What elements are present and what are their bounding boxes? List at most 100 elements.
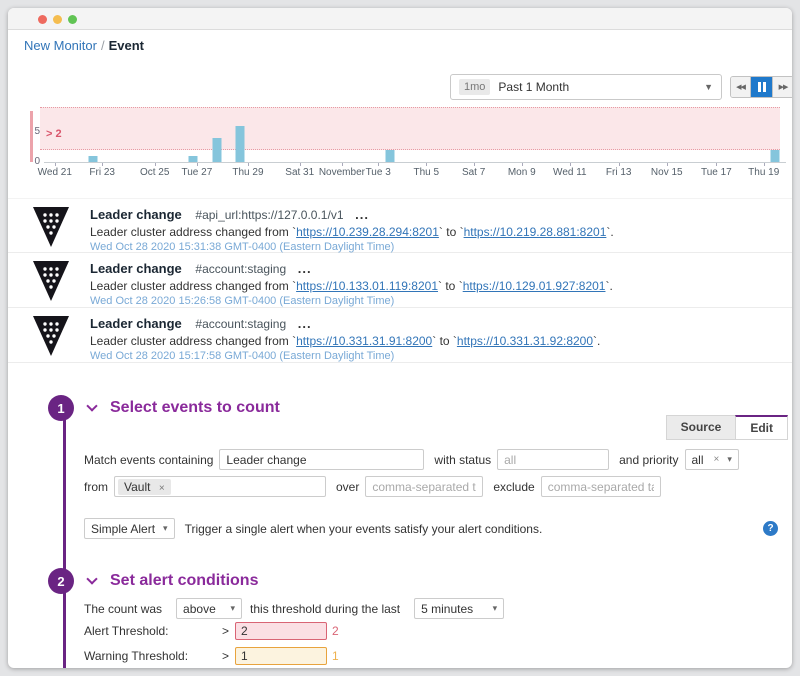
from-input[interactable]: Vault × <box>114 476 326 497</box>
match-events-label: Match events containing <box>84 453 213 467</box>
threshold-zone-label: > 2 <box>46 128 62 140</box>
x-axis-tick <box>300 163 301 166</box>
chevron-down-icon[interactable] <box>86 400 97 411</box>
x-axis-label: Nov 15 <box>651 167 683 178</box>
warning-threshold-input[interactable] <box>235 647 327 665</box>
vault-logo-icon <box>32 206 70 248</box>
event-tag[interactable]: #account:staging <box>195 317 286 331</box>
x-axis-tick <box>342 163 343 166</box>
breadcrumb: New Monitor/Event <box>24 38 144 53</box>
status-input[interactable] <box>497 449 609 470</box>
more-tags-button[interactable]: ... <box>355 207 369 222</box>
event-from-link[interactable]: https://10.239.28.294:8201 <box>296 225 439 239</box>
alert-type-row: Simple Alert ▾ Trigger a single alert wh… <box>84 518 778 539</box>
pause-icon[interactable] <box>751 77 773 97</box>
event-to-link[interactable]: https://10.219.28.881:8201 <box>464 225 607 239</box>
x-axis-label: Wed 21 <box>38 167 72 178</box>
exclude-tags-input[interactable] <box>541 476 661 497</box>
event-title-row: Leader change #account:staging ... <box>90 316 776 331</box>
match-events-input[interactable] <box>219 449 424 470</box>
step-2-badge: 2 <box>48 568 74 594</box>
warning-threshold-echo: 1 <box>332 649 339 663</box>
minimize-window-icon[interactable] <box>53 15 62 24</box>
app-window: New Monitor/Event 1mo Past 1 Month ▼ ◀◀ … <box>8 8 792 668</box>
list-item[interactable]: Leader change #account:staging ... Leade… <box>8 308 792 363</box>
close-window-icon[interactable] <box>38 15 47 24</box>
x-axis-tick <box>667 163 668 166</box>
tab-source[interactable]: Source <box>666 415 736 440</box>
remove-chip-icon[interactable]: × <box>159 483 165 494</box>
alert-type-select[interactable]: Simple Alert ▾ <box>84 518 175 539</box>
alert-threshold-label: Alert Threshold: <box>84 624 222 638</box>
event-count-bar <box>386 150 395 162</box>
x-axis-tick <box>716 163 717 166</box>
chevron-down-icon: ▾ <box>727 454 732 465</box>
warning-threshold-label: Warning Threshold: <box>84 649 222 663</box>
event-title: Leader change <box>90 316 182 331</box>
x-axis-tick <box>474 163 475 166</box>
alert-threshold-row: Alert Threshold: > 2 <box>84 622 339 640</box>
x-axis-label: Sat 31 <box>285 167 314 178</box>
priority-select[interactable]: all × ▾ <box>685 449 739 470</box>
y-axis-tick-0: 0 <box>31 156 40 167</box>
section-2-title: Set alert conditions <box>110 572 258 590</box>
event-from-link[interactable]: https://10.133.01.119:8201 <box>296 279 438 293</box>
alert-type-description: Trigger a single alert when your events … <box>185 522 543 536</box>
event-body: Leader cluster address changed from `htt… <box>90 225 776 239</box>
list-item[interactable]: Leader change #api_url:https://127.0.0.1… <box>8 198 792 253</box>
operator-select[interactable]: above ▾ <box>176 598 242 619</box>
event-title: Leader change <box>90 207 182 222</box>
clear-icon[interactable]: × <box>714 454 720 465</box>
event-timestamp: Wed Oct 28 2020 15:17:58 GMT-0400 (Easte… <box>90 350 776 362</box>
window-titlebar <box>8 8 792 30</box>
event-count-bar <box>189 156 198 162</box>
list-item[interactable]: Leader change #account:staging ... Leade… <box>8 253 792 308</box>
step-1-badge: 1 <box>48 395 74 421</box>
zoom-window-icon[interactable] <box>68 15 77 24</box>
more-tags-button[interactable]: ... <box>298 261 312 276</box>
editor-tabs: Source Edit <box>666 415 788 440</box>
x-axis-tick <box>764 163 765 166</box>
priority-value: all <box>692 453 704 467</box>
event-tag[interactable]: #account:staging <box>195 262 286 276</box>
step-connector-line <box>63 408 66 668</box>
event-from-link[interactable]: https://10.331.31.91:8200 <box>296 334 432 348</box>
more-tags-button[interactable]: ... <box>298 316 312 331</box>
warning-threshold-row: Warning Threshold: > 1 <box>84 647 339 665</box>
breadcrumb-new-monitor-link[interactable]: New Monitor <box>24 38 97 53</box>
over-tags-input[interactable] <box>365 476 483 497</box>
event-count-bar <box>770 150 779 162</box>
event-count-bar <box>212 138 221 162</box>
x-axis-tick <box>155 163 156 166</box>
fast-forward-icon[interactable]: ▶▶ <box>773 77 792 97</box>
help-icon[interactable]: ? <box>763 521 778 536</box>
section-alert-conditions-header[interactable]: 2 Set alert conditions <box>48 568 258 594</box>
event-tag[interactable]: #api_url:https://127.0.0.1/v1 <box>195 208 343 222</box>
event-title-row: Leader change #api_url:https://127.0.0.1… <box>90 207 776 222</box>
alert-threshold-input[interactable] <box>235 622 327 640</box>
chevron-down-icon[interactable] <box>86 573 97 584</box>
vault-chip: Vault × <box>118 479 171 495</box>
x-axis-tick <box>522 163 523 166</box>
x-axis-label: Tue 17 <box>701 167 732 178</box>
event-to-link[interactable]: https://10.129.01.927:8201 <box>463 279 606 293</box>
x-axis-tick <box>102 163 103 166</box>
event-timestamp: Wed Oct 28 2020 15:31:38 GMT-0400 (Easte… <box>90 241 776 253</box>
x-axis-label: Tue 3 <box>366 167 391 178</box>
time-window-select[interactable]: 5 minutes ▾ <box>414 598 504 619</box>
tab-edit[interactable]: Edit <box>735 415 788 440</box>
event-to-link[interactable]: https://10.331.31.92:8200 <box>457 334 593 348</box>
rewind-icon[interactable]: ◀◀ <box>731 77 751 97</box>
event-count-chart[interactable]: 5 0 > 2 Wed 21Fri 23Oct 25Tue 27Thu 29Sa… <box>30 99 782 179</box>
time-range-select[interactable]: 1mo Past 1 Month ▼ <box>450 74 722 100</box>
section-select-events-header[interactable]: 1 Select events to count <box>48 395 280 421</box>
count-was-label: The count was <box>84 602 162 616</box>
vault-logo-icon <box>32 315 70 357</box>
time-range-value: Past 1 Month <box>498 80 569 94</box>
time-range-badge: 1mo <box>459 79 490 95</box>
and-priority-label: and priority <box>619 453 678 467</box>
event-title-row: Leader change #account:staging ... <box>90 261 776 276</box>
x-axis-label: November <box>319 167 365 178</box>
vault-logo-icon <box>32 260 70 302</box>
event-timestamp: Wed Oct 28 2020 15:26:58 GMT-0400 (Easte… <box>90 295 776 307</box>
